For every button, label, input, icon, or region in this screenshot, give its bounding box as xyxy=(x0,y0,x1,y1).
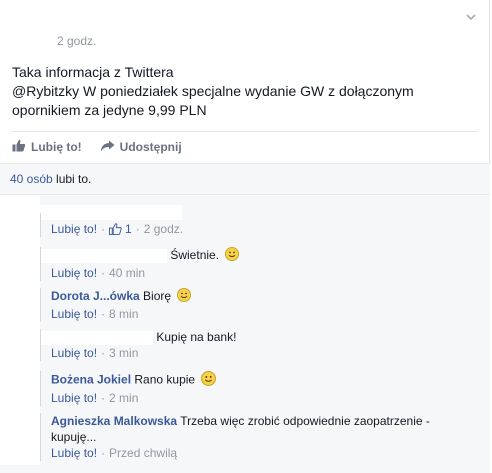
separator-dot: · xyxy=(101,391,106,405)
comment-meta: Lubię to! · 8 min xyxy=(51,306,485,322)
post-text-line: opornikiem za jedyne 9,99 PLN xyxy=(12,102,207,118)
likes-count-link[interactable]: 40 osób xyxy=(10,172,53,186)
share-arrow-icon xyxy=(100,140,120,155)
comment-text xyxy=(51,213,485,221)
comment-author[interactable]: Agnieszka Malkowska xyxy=(51,414,177,428)
comment-text: Dorota J...ówka Biorę xyxy=(51,288,485,306)
post-text-line: Taka informacja z Twittera xyxy=(12,64,174,80)
comment-like-link[interactable]: Lubię to! xyxy=(51,390,97,406)
comment-meta: Lubię to! · 3 min xyxy=(51,345,485,361)
comment: Kupię na bank! Lubię to! · 3 min xyxy=(40,329,485,361)
redacted-author xyxy=(41,330,153,345)
comment-author[interactable]: Dorota J...ówka xyxy=(51,289,140,303)
comments-section: Lubię to! · 1 · 2 godz. Świetnie. Lubię … xyxy=(0,195,490,473)
comment-like-link[interactable]: Lubię to! xyxy=(51,345,97,361)
smile-emoji-icon xyxy=(225,247,240,265)
redaction-block xyxy=(0,195,40,465)
comment-like-number: 1 xyxy=(125,222,132,236)
redacted-author xyxy=(41,249,167,263)
comment-time[interactable]: 3 min xyxy=(109,345,138,361)
comment-like-link[interactable]: Lubię to! xyxy=(51,221,97,237)
post-action-bar: Lubię to! Udostępnij xyxy=(12,131,478,162)
separator-dot: · xyxy=(101,266,106,280)
comment-like-link[interactable]: Lubię to! xyxy=(51,445,97,461)
comment-like-link[interactable]: Lubię to! xyxy=(51,306,97,322)
comment-text: Bożena Jokiel Rano kupie xyxy=(51,371,485,390)
comment-time[interactable]: 8 min xyxy=(109,306,138,322)
comment: Agnieszka Malkowska Trzeba więc zrobić o… xyxy=(40,413,485,461)
separator-dot: · xyxy=(135,222,140,236)
separator-dot: · xyxy=(101,222,106,236)
comment-like-link[interactable]: Lubię to! xyxy=(51,265,97,281)
comment: Świetnie. Lubię to! · 40 min xyxy=(40,247,485,281)
comment-meta: Lubię to! · 40 min xyxy=(51,265,485,281)
comment-time[interactable]: 2 godz. xyxy=(144,221,183,237)
comment-meta: Lubię to! · Przed chwilą xyxy=(51,445,485,461)
thumbs-up-icon xyxy=(109,223,122,235)
comment-meta: Lubię to! · 2 min xyxy=(51,390,485,406)
comment-body: Trzeba więc zrobić odpowiednie zaopatrze… xyxy=(180,414,430,428)
separator-dot: · xyxy=(101,446,106,460)
comment-text: Agnieszka Malkowska Trzeba więc zrobić o… xyxy=(51,413,485,429)
comment-text: Kupię na bank! xyxy=(41,329,485,345)
likes-summary-suffix: lubi to. xyxy=(52,172,92,186)
comment-text: Świetnie. xyxy=(41,247,485,265)
post-text: Taka informacja z Twittera @Rybitzky W p… xyxy=(12,63,472,120)
smile-emoji-icon xyxy=(201,371,217,390)
comment-body: Biorę xyxy=(143,289,172,304)
post-card: 2 godz. Taka informacja z Twittera @Rybi… xyxy=(0,0,490,473)
chevron-down-icon[interactable] xyxy=(466,11,476,21)
thumbs-up-icon xyxy=(12,139,31,155)
comment-time[interactable]: Przed chwilą xyxy=(109,445,177,461)
comment: Bożena Jokiel Rano kupie Lubię to! · 2 m… xyxy=(40,371,485,406)
post-timestamp[interactable]: 2 godz. xyxy=(57,34,96,48)
comment-text-continued: kupuję... xyxy=(51,430,97,444)
comment: Lubię to! · 1 · 2 godz. xyxy=(40,213,485,237)
comment-time[interactable]: 2 min xyxy=(109,390,138,406)
comment-body: Rano kupie xyxy=(134,372,196,387)
post-text-line: @Rybitzky W poniedziałek specjalne wydan… xyxy=(12,83,414,99)
comment-like-count[interactable]: 1 xyxy=(109,221,132,237)
like-button[interactable]: Lubię to! xyxy=(12,139,82,155)
like-button-label: Lubię to! xyxy=(31,140,82,154)
comment-author[interactable]: Bożena Jokiel xyxy=(51,373,131,387)
likes-summary: 40 osób lubi to. xyxy=(0,163,490,195)
separator-dot: · xyxy=(101,307,106,321)
comment-time[interactable]: 40 min xyxy=(109,265,145,281)
comment-body: Świetnie. xyxy=(170,248,220,263)
separator-dot: · xyxy=(101,346,106,360)
comment-body: Kupię na bank! xyxy=(156,330,237,344)
comment: Dorota J...ówka Biorę Lubię to! · 8 min xyxy=(40,288,485,322)
smile-emoji-icon xyxy=(177,288,192,306)
share-button-label: Udostępnij xyxy=(119,140,182,154)
comment-meta: Lubię to! · 1 · 2 godz. xyxy=(51,221,485,237)
share-button[interactable]: Udostępnij xyxy=(100,140,182,155)
